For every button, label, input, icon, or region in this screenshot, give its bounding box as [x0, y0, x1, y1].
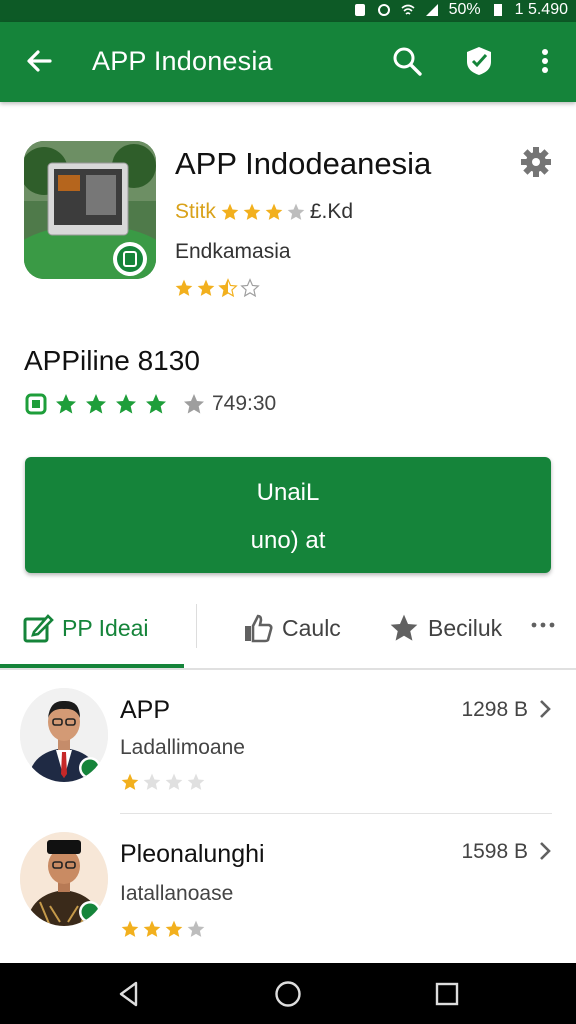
- status-bar: 50% 1 5.490: [0, 0, 576, 22]
- star-half-icon: [218, 278, 238, 298]
- list-item[interactable]: APP Ladallimoane 1298 B: [0, 684, 576, 814]
- tab-label: Caulc: [282, 614, 341, 641]
- star-grey-icon: [184, 394, 204, 414]
- item-size: 1298 B: [461, 698, 528, 721]
- wifi-icon: [401, 4, 415, 15]
- star-icon: [56, 394, 76, 414]
- app-category: Endkamasia: [175, 240, 291, 263]
- star-icon: [175, 279, 193, 296]
- developer-stars: [220, 202, 306, 222]
- star-icon: [265, 203, 283, 220]
- star-icon: [165, 920, 183, 937]
- star-icon: [243, 203, 261, 220]
- chevron-right-icon[interactable]: [536, 698, 554, 720]
- list-divider: [120, 813, 552, 814]
- star-icon: [86, 394, 106, 414]
- item-subtitle: Ladallimoane: [120, 736, 245, 759]
- verified-icon[interactable]: [462, 44, 496, 78]
- star-icon: [121, 920, 139, 937]
- notification-icon: [354, 4, 365, 16]
- edit-icon: [23, 614, 54, 643]
- avatar: [20, 688, 108, 782]
- item-rating-stars: [120, 772, 206, 792]
- tab-details[interactable]: PP Ideai: [22, 598, 149, 658]
- install-button-label: UnaiL: [256, 479, 320, 506]
- app-icon: [24, 141, 156, 279]
- star-empty-icon: [240, 278, 260, 298]
- star-icon: [121, 773, 139, 790]
- tab-similar[interactable]: Beciluk: [388, 598, 502, 658]
- more-horiz-icon[interactable]: [530, 612, 556, 638]
- gear-icon[interactable]: [520, 146, 552, 178]
- star-icon: [390, 614, 418, 641]
- app-meta: £.Kd: [309, 200, 354, 223]
- install-button-sublabel: uno) at: [250, 527, 326, 554]
- status-time: 1 5.490: [514, 1, 568, 18]
- tab-indicator: [0, 664, 184, 668]
- star-empty-icon: [187, 773, 205, 790]
- item-subtitle: Iatallanoase: [120, 882, 234, 905]
- alarm-icon: [377, 4, 390, 16]
- verified-badge-icon: [25, 393, 47, 415]
- item-name: Pleonalunghi: [120, 840, 265, 868]
- star-icon: [143, 920, 161, 937]
- install-button[interactable]: UnaiL uno) at: [25, 457, 551, 573]
- app-bar: APP Indonesia: [0, 22, 576, 102]
- developer-line: Stitk £.Kd: [175, 200, 353, 224]
- chevron-right-icon[interactable]: [536, 840, 554, 862]
- app-bar-title: APP Indonesia: [92, 46, 273, 76]
- star-empty-icon: [287, 203, 305, 220]
- developer-rating-label: Stitk: [175, 200, 216, 223]
- battery-icon: [493, 4, 502, 16]
- star-icon: [146, 394, 166, 414]
- search-icon[interactable]: [390, 44, 424, 78]
- item-name: APP: [120, 696, 171, 724]
- tab-bar: PP Ideai Caulc Beciluk: [0, 598, 576, 670]
- star-empty-icon: [143, 773, 161, 790]
- signal-icon: [425, 4, 438, 16]
- avatar: [20, 832, 108, 926]
- back-arrow-icon[interactable]: [22, 44, 56, 78]
- nav-home-icon[interactable]: [273, 979, 303, 1009]
- tab-reviews[interactable]: Caulc: [242, 598, 341, 658]
- star-empty-icon: [187, 920, 205, 937]
- rating-count: 749:30: [212, 392, 277, 415]
- thumbs-up-icon: [245, 614, 273, 643]
- item-rating-stars: [120, 919, 206, 939]
- system-nav-bar: [0, 963, 576, 1024]
- nav-recents-icon[interactable]: [432, 979, 462, 1009]
- section-title: APPiline 8130: [24, 345, 200, 376]
- app-title: APP Indodeanesia: [175, 146, 432, 181]
- more-vert-icon[interactable]: [528, 44, 562, 78]
- star-icon: [116, 394, 136, 414]
- tab-divider: [196, 604, 197, 648]
- list-item[interactable]: Pleonalunghi Iatallanoase 1598 B: [0, 826, 576, 956]
- app-rating-stars: [174, 278, 260, 298]
- tab-label: PP Ideai: [62, 614, 149, 641]
- star-icon: [221, 203, 239, 220]
- battery-percent: 50%: [448, 1, 481, 18]
- section-rating: 749:30: [24, 392, 276, 416]
- nav-back-icon[interactable]: [114, 979, 144, 1009]
- item-size: 1598 B: [461, 840, 528, 863]
- star-empty-icon: [165, 773, 183, 790]
- star-icon: [197, 279, 215, 296]
- tab-label: Beciluk: [428, 614, 503, 641]
